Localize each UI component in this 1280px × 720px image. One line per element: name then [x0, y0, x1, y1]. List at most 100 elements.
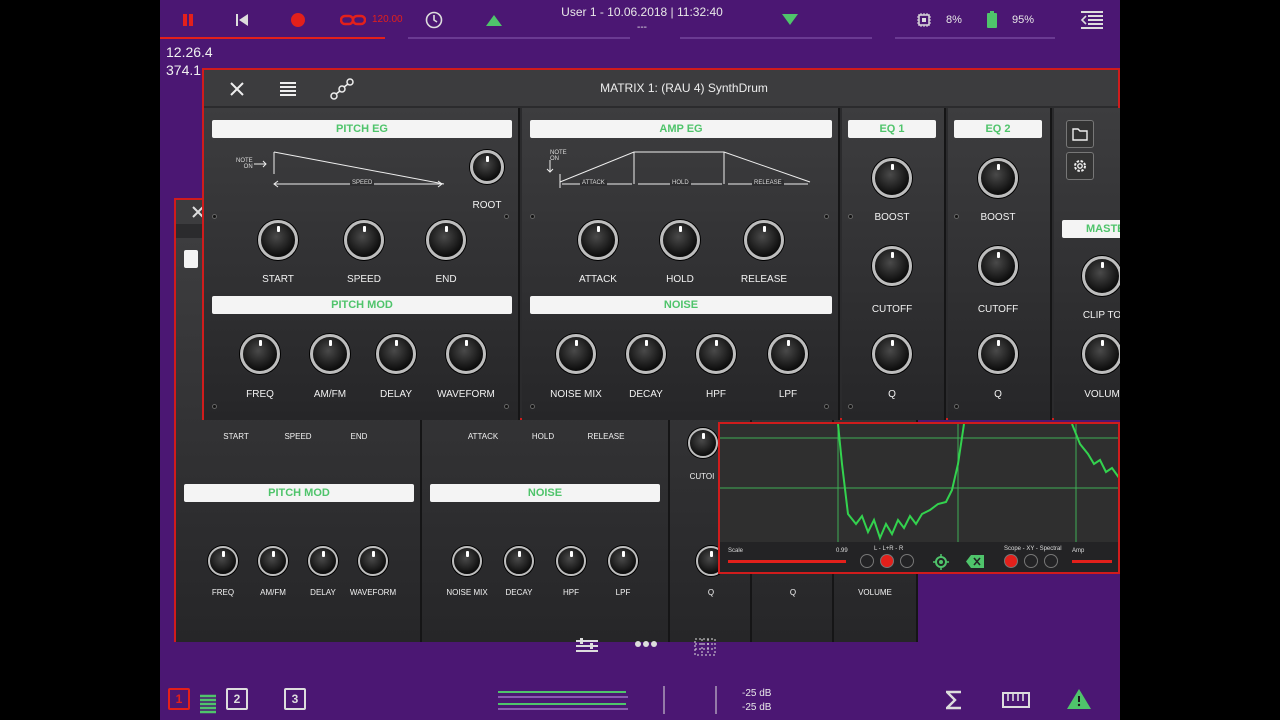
- amp-eg-header: AMP EG: [530, 120, 832, 138]
- scope-channel-mid[interactable]: [880, 554, 894, 568]
- skip-back-icon[interactable]: [232, 10, 252, 30]
- screw: [212, 404, 217, 409]
- clip-tone-label: CLIP TO: [1082, 310, 1120, 321]
- eq1-cutoff-label: CUTOFF: [871, 304, 913, 315]
- release-knob[interactable]: [744, 220, 784, 260]
- sigma-icon[interactable]: [946, 690, 962, 710]
- tab-2[interactable]: 2: [226, 688, 248, 710]
- mixer-icon[interactable]: [576, 638, 598, 654]
- decay-knob[interactable]: [626, 334, 666, 374]
- scope-channel-right[interactable]: [900, 554, 914, 568]
- volume-knob[interactable]: [1082, 334, 1120, 374]
- back-lpf-knob[interactable]: [608, 546, 638, 576]
- attack-knob[interactable]: [578, 220, 618, 260]
- lpf-knob[interactable]: [768, 334, 808, 374]
- root-knob[interactable]: [470, 150, 504, 184]
- pitch-eg-header: PITCH EG: [212, 120, 512, 138]
- scope-channel-left[interactable]: [860, 554, 874, 568]
- keyboard-icon[interactable]: [1002, 692, 1030, 708]
- lpf-label: LPF: [778, 389, 798, 400]
- back-delay-knob[interactable]: [308, 546, 338, 576]
- scope-scale-slider[interactable]: [728, 560, 846, 563]
- release-label: RELEASE: [740, 274, 788, 285]
- screw: [848, 214, 853, 219]
- back-noise-mix-knob[interactable]: [452, 546, 482, 576]
- screw: [530, 404, 535, 409]
- end-knob[interactable]: [426, 220, 466, 260]
- bpm-readout: 374.1: [166, 62, 202, 78]
- speed-label: SPEED: [347, 274, 381, 285]
- routing-icon[interactable]: [330, 78, 354, 100]
- noise-mix-knob[interactable]: [556, 334, 596, 374]
- scope-channel-label: L - L+R - R: [874, 546, 904, 552]
- record-icon[interactable]: [288, 10, 308, 30]
- app-window: 120.00 User 1 - 10.06.2018 | 11:32:40 --…: [160, 0, 1120, 720]
- start-knob[interactable]: [258, 220, 298, 260]
- pitch-speed-label: SPEED: [350, 180, 375, 186]
- matrix-title: MATRIX 1: (RAU 4) SynthDrum: [600, 81, 768, 95]
- list-icon[interactable]: [1080, 10, 1104, 30]
- hold-knob[interactable]: [660, 220, 700, 260]
- speed-knob[interactable]: [344, 220, 384, 260]
- hpf-knob[interactable]: [696, 334, 736, 374]
- warning-icon[interactable]: [1066, 688, 1092, 710]
- scope-mode-scope[interactable]: [1004, 554, 1018, 568]
- clip-tone-knob[interactable]: [1082, 256, 1120, 296]
- scope-mode-xy[interactable]: [1024, 554, 1038, 568]
- link-icon[interactable]: [340, 10, 366, 30]
- eq1-cutoff-knob[interactable]: [872, 246, 912, 286]
- scope-scale-value: 0.99: [836, 548, 848, 554]
- tempo-readout[interactable]: 120.00: [372, 14, 403, 25]
- grid-icon[interactable]: [694, 638, 716, 656]
- screw: [212, 214, 217, 219]
- tab-1[interactable]: 1: [168, 688, 190, 710]
- eq2-q-knob[interactable]: [978, 334, 1018, 374]
- back-amfm-knob[interactable]: [258, 546, 288, 576]
- screw: [504, 214, 509, 219]
- noise-header: NOISE: [530, 296, 832, 314]
- waveform-knob[interactable]: [446, 334, 486, 374]
- crosshair-icon[interactable]: [933, 554, 949, 570]
- scope-amp-slider[interactable]: [1072, 560, 1112, 563]
- pause-icon[interactable]: [178, 10, 198, 30]
- eq2-boost-knob[interactable]: [978, 158, 1018, 198]
- gear-icon[interactable]: [1066, 152, 1094, 180]
- screw: [954, 214, 959, 219]
- panel-amp: AMP EG NOTE ON ATTACK HOLD RELEASE ATTAC…: [522, 108, 840, 420]
- back-hpf-knob[interactable]: [556, 546, 586, 576]
- back-label-lpf: LPF: [615, 588, 631, 597]
- menu-icon[interactable]: [280, 82, 296, 96]
- scope-amp-label: Amp: [1072, 548, 1085, 554]
- cpu-icon: [914, 10, 934, 30]
- level-meter-icon: [200, 694, 216, 714]
- start-label: START: [262, 274, 294, 285]
- matrix-window: MATRIX 1: (RAU 4) SynthDrum PITCH EG NOT…: [202, 68, 1120, 420]
- eq1-boost-label: BOOST: [874, 212, 910, 223]
- top-divider-left: [408, 37, 630, 39]
- back-decay-knob[interactable]: [504, 546, 534, 576]
- back-waveform-knob[interactable]: [358, 546, 388, 576]
- battery-icon: [982, 10, 1002, 30]
- back-label-release: RELEASE: [587, 432, 625, 441]
- close-icon[interactable]: [230, 82, 244, 96]
- screw: [824, 404, 829, 409]
- amfm-knob[interactable]: [310, 334, 350, 374]
- clear-icon[interactable]: [966, 555, 984, 568]
- panel-master: MASTE CLIP TO VOLUM: [1054, 108, 1120, 420]
- scope-mode-spectral[interactable]: [1044, 554, 1058, 568]
- screw: [848, 404, 853, 409]
- folder-icon[interactable]: [1066, 120, 1094, 148]
- more-icon[interactable]: [634, 640, 658, 648]
- eq2-cutoff-knob[interactable]: [978, 246, 1018, 286]
- delay-knob[interactable]: [376, 334, 416, 374]
- clock-icon[interactable]: [424, 10, 444, 30]
- eq1-q-knob[interactable]: [872, 334, 912, 374]
- tab-3[interactable]: 3: [284, 688, 306, 710]
- arrow-down-icon[interactable]: [780, 10, 800, 30]
- back-freq-knob[interactable]: [208, 546, 238, 576]
- freq-knob[interactable]: [240, 334, 280, 374]
- eq1-boost-knob[interactable]: [872, 158, 912, 198]
- transport-underline: [160, 37, 385, 39]
- back-cutoff-knob[interactable]: [688, 428, 718, 458]
- arrow-up-icon[interactable]: [484, 10, 504, 30]
